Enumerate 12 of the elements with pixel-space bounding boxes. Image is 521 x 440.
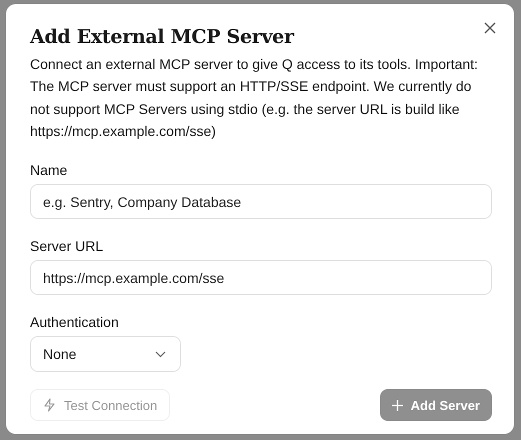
dropdown[interactable]: None — [30, 336, 181, 372]
chevron-down-icon — [155, 350, 166, 358]
dialog-title: Add External MCP Server — [30, 26, 296, 48]
field-label: Name — [30, 162, 68, 178]
input-field[interactable]: e.g. Sentry, Company Database — [30, 184, 492, 220]
lightning-icon — [43, 398, 56, 412]
dialog-description: Connect an external MCP server to give Q access to its tools. Important: The MCP server must support an HTTP/SSE endpoint. We currently do not support MCP Servers using stdio (e.g. the server URL is build like https://mcp.example.com/sse) — [30, 55, 479, 141]
field-label: Authentication — [30, 314, 119, 330]
input-field[interactable]: https://mcp.example.com/sse — [30, 260, 492, 296]
plus-icon — [392, 400, 403, 411]
field-label: Server URL — [30, 238, 104, 254]
close-icon[interactable] — [484, 22, 496, 34]
